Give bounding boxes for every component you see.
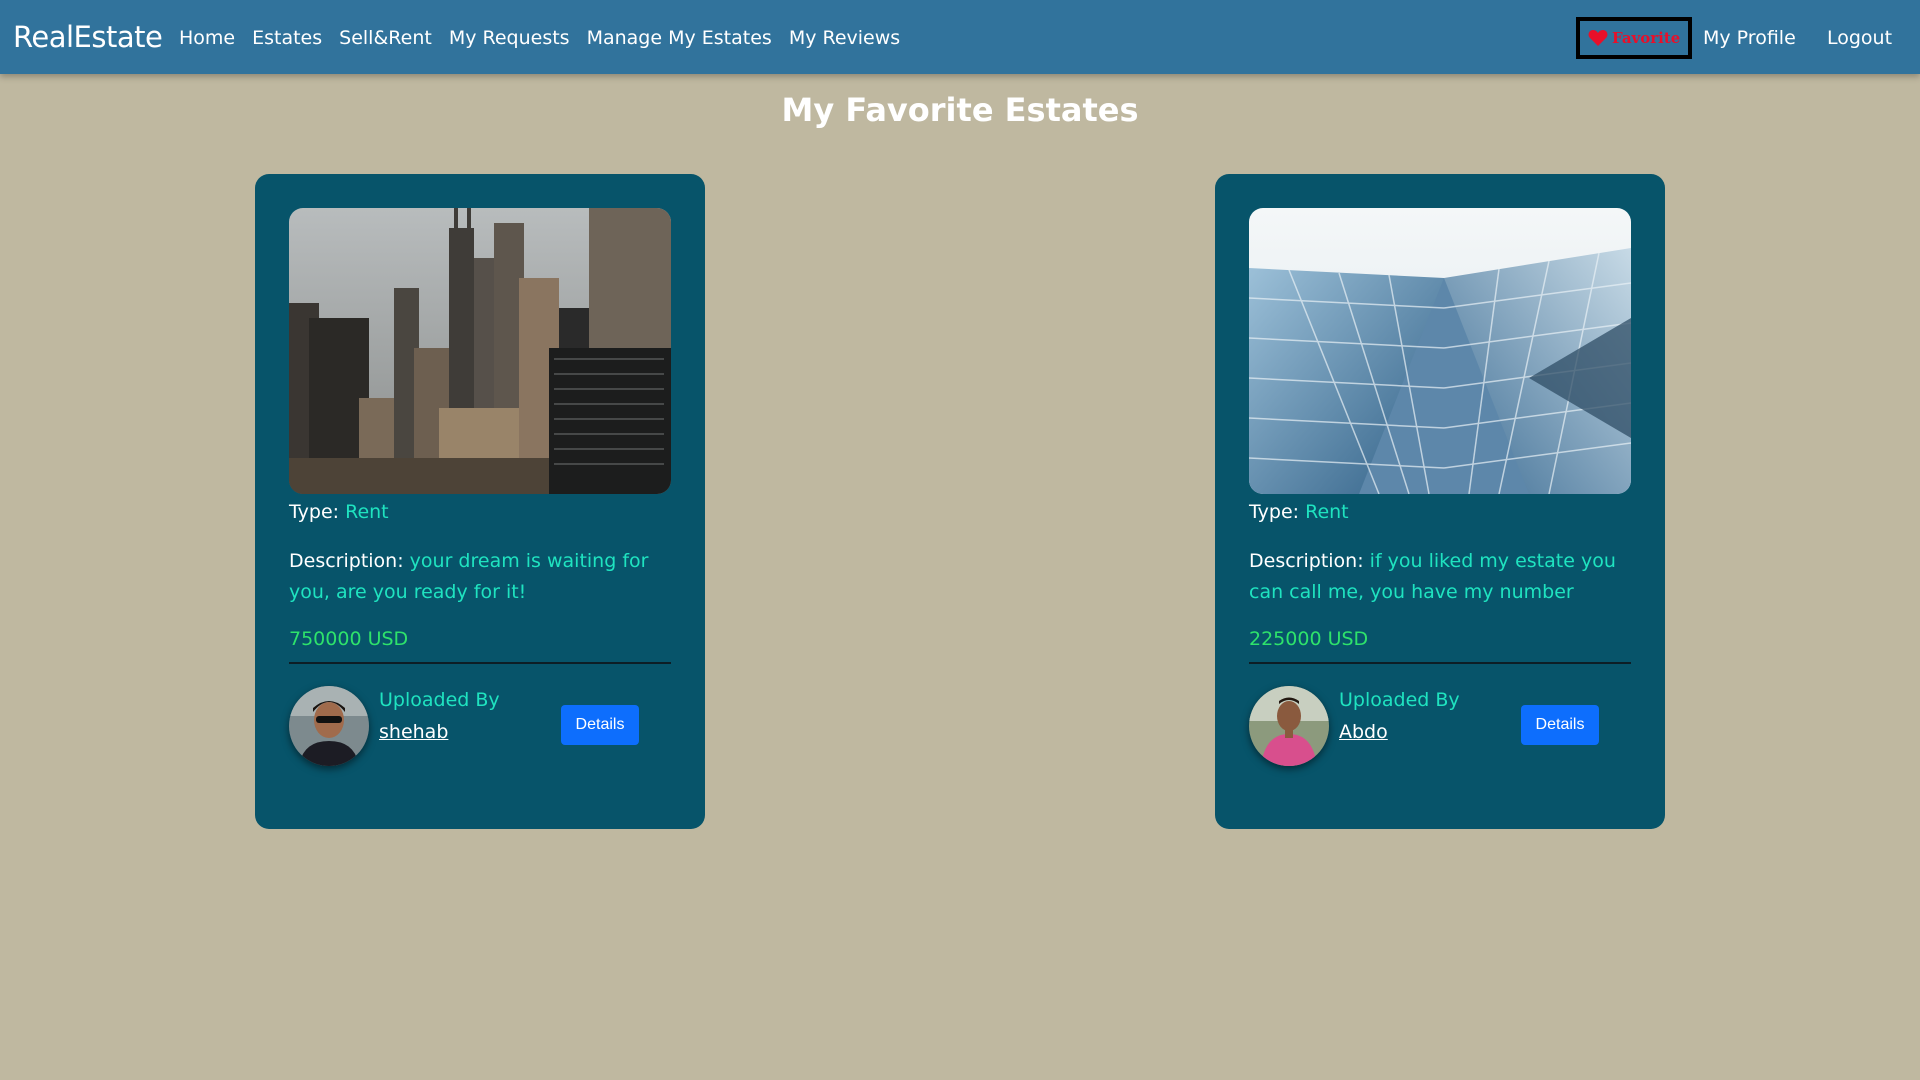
estate-card: Type: Rent Description: if you liked my … <box>1215 174 1665 829</box>
favorite-link[interactable]: Favorite <box>1576 17 1692 59</box>
nav-link-logout[interactable]: Logout <box>1827 25 1892 51</box>
details-button[interactable]: Details <box>561 705 639 745</box>
estate-price: 750000 USD <box>289 628 409 650</box>
nav-link-my-profile[interactable]: My Profile <box>1703 25 1796 51</box>
description-label: Description: <box>289 550 404 572</box>
uploader-link[interactable]: shehab <box>379 719 448 745</box>
navbar: RealEstate Home Estates Sell&Rent My Req… <box>0 0 1920 74</box>
type-value: Rent <box>1305 501 1349 523</box>
estate-image <box>1249 208 1631 494</box>
brand-logo[interactable]: RealEstate <box>13 19 163 55</box>
uploader-link[interactable]: Abdo <box>1339 719 1388 745</box>
estate-price: 225000 USD <box>1249 628 1369 650</box>
nav-link-my-reviews[interactable]: My Reviews <box>789 25 900 51</box>
estate-type: Type: Rent <box>1249 499 1349 525</box>
type-label: Type: <box>1249 501 1300 523</box>
nav-link-estates[interactable]: Estates <box>252 25 322 51</box>
estate-card: Type: Rent Description: your dream is wa… <box>255 174 705 829</box>
nav-link-sell-rent[interactable]: Sell&Rent <box>339 25 432 51</box>
description-label: Description: <box>1249 550 1364 572</box>
nav-link-manage-my-estates[interactable]: Manage My Estates <box>587 25 772 51</box>
type-label: Type: <box>289 501 340 523</box>
favorite-label: Favorite <box>1612 29 1681 47</box>
nav-links: Home Estates Sell&Rent My Requests Manag… <box>179 25 917 51</box>
nav-link-my-requests[interactable]: My Requests <box>449 25 570 51</box>
uploaded-by-label: Uploaded By <box>1339 689 1460 711</box>
estate-image <box>289 208 671 494</box>
avatar <box>1249 686 1329 766</box>
heart-icon <box>1588 29 1608 47</box>
nav-link-home[interactable]: Home <box>179 25 235 51</box>
page-title: My Favorite Estates <box>781 91 1139 129</box>
uploaded-by-label: Uploaded By <box>379 689 500 711</box>
avatar <box>289 686 369 766</box>
details-button[interactable]: Details <box>1521 705 1599 745</box>
estate-description: Description: if you liked my estate you … <box>1249 546 1639 608</box>
type-value: Rent <box>345 501 389 523</box>
divider <box>1249 662 1631 664</box>
estate-description: Description: your dream is waiting for y… <box>289 546 679 608</box>
estate-type: Type: Rent <box>289 499 389 525</box>
divider <box>289 662 671 664</box>
